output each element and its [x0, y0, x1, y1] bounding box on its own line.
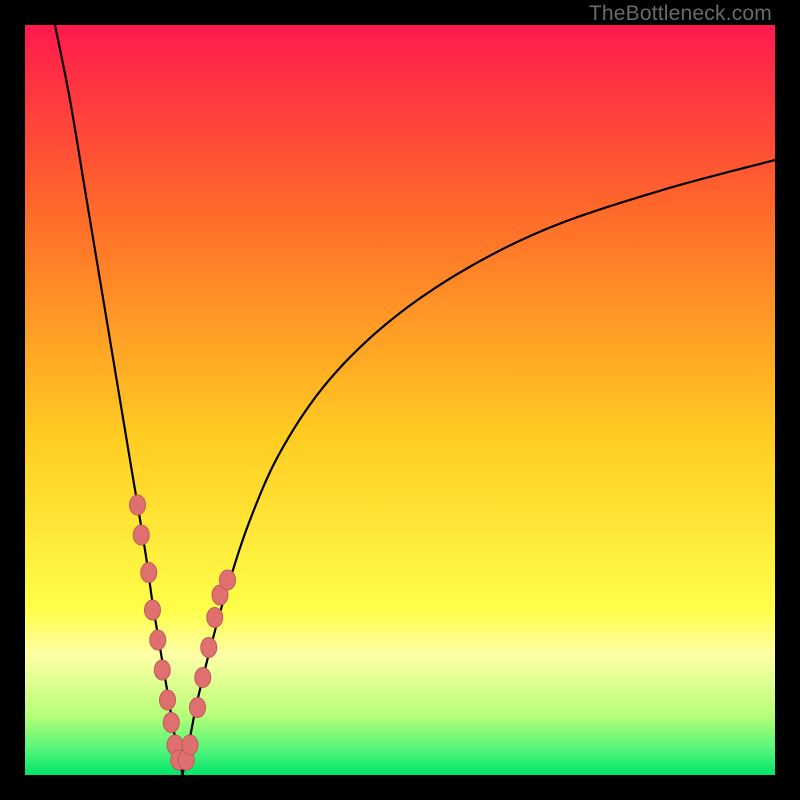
- curve-marker: [160, 690, 176, 710]
- curve-layer: [25, 25, 775, 775]
- curve-marker: [201, 638, 217, 658]
- curve-marker: [141, 563, 157, 583]
- plot-area: [25, 25, 775, 775]
- curve-marker: [220, 570, 236, 590]
- curve-marker: [163, 713, 179, 733]
- bottleneck-curve-right: [183, 160, 776, 775]
- curve-marker: [150, 630, 166, 650]
- curve-markers: [130, 495, 236, 770]
- curve-marker: [190, 698, 206, 718]
- curve-marker: [133, 525, 149, 545]
- curve-marker: [195, 668, 211, 688]
- watermark-text: TheBottleneck.com: [589, 2, 772, 26]
- chart-frame: TheBottleneck.com: [0, 0, 800, 800]
- curve-marker: [207, 608, 223, 628]
- curve-marker: [145, 600, 161, 620]
- curve-marker: [182, 735, 198, 755]
- curve-marker: [154, 660, 170, 680]
- curve-marker: [130, 495, 146, 515]
